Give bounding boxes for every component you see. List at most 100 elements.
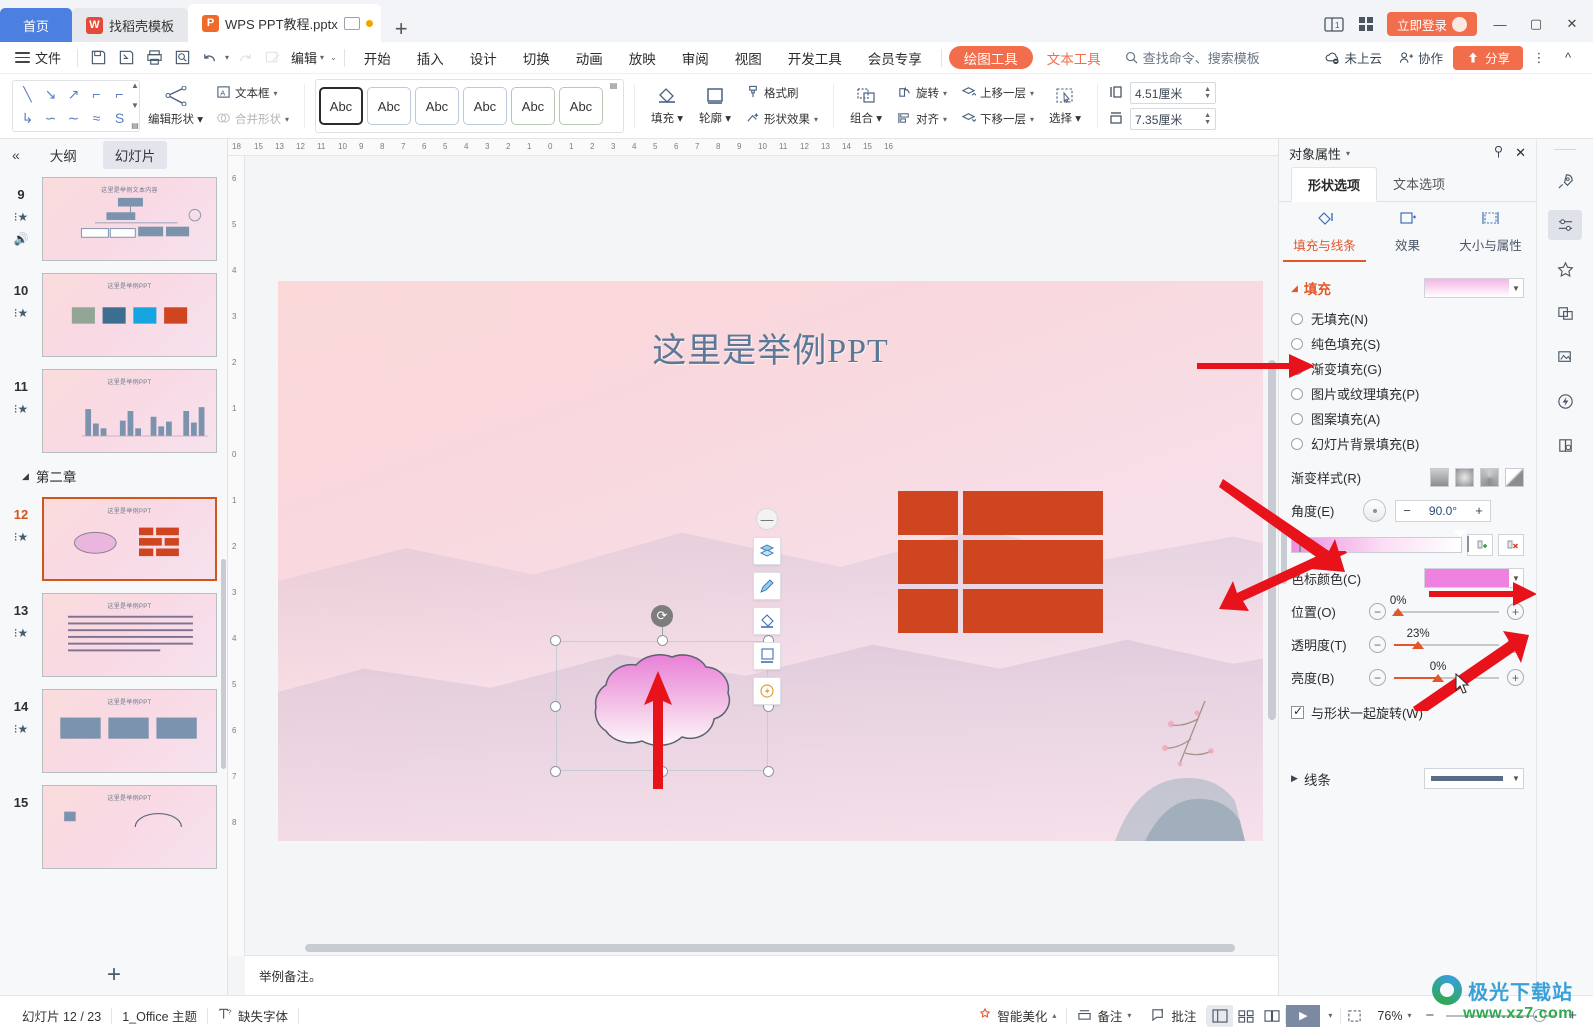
style-gallery-scroller[interactable]: ▤ bbox=[607, 82, 620, 130]
radio-pattern[interactable] bbox=[1291, 412, 1303, 425]
close-panel-icon[interactable]: ✕ bbox=[1515, 145, 1526, 161]
fill-option-pattern[interactable]: 图案填充(A) bbox=[1291, 406, 1524, 431]
print-preview-icon[interactable] bbox=[169, 45, 195, 71]
transparency-increase-button[interactable]: + bbox=[1507, 636, 1524, 653]
outline-button[interactable]: 轮廓 ▾ bbox=[693, 79, 737, 133]
notes-button[interactable]: 备注 ▾ bbox=[1067, 1006, 1141, 1025]
properties-sliders-icon[interactable] bbox=[1548, 210, 1582, 240]
tab-outline[interactable]: 大纲 bbox=[38, 141, 89, 169]
menu-tab-review[interactable]: 审阅 bbox=[670, 45, 721, 71]
context-tab-text-tools[interactable]: 文本工具 bbox=[1035, 45, 1113, 71]
position-slider-thumb[interactable] bbox=[1392, 607, 1405, 616]
thumbnail-slide-13[interactable]: 这里是举例PPT bbox=[42, 593, 217, 677]
resize-handle-s[interactable] bbox=[656, 766, 668, 777]
zoom-level[interactable]: 76% ▾ bbox=[1367, 1009, 1421, 1023]
save-icon[interactable] bbox=[85, 45, 111, 71]
apps-grid-icon[interactable] bbox=[1355, 14, 1377, 34]
zoom-slider[interactable] bbox=[1446, 1008, 1557, 1022]
fill-option-gradient[interactable]: 渐变填充(G) bbox=[1291, 356, 1524, 381]
scroll-up-icon[interactable]: ▲ bbox=[131, 82, 139, 90]
shape-elbow-connector-icon[interactable]: ⌐ bbox=[85, 82, 108, 106]
transparency-slider-track[interactable]: 23% bbox=[1394, 628, 1499, 649]
shape-elbow2-icon[interactable]: ↳ bbox=[16, 106, 39, 130]
section-header-chapter2[interactable]: ◢ 第二章 bbox=[0, 459, 227, 491]
shape-style-0[interactable]: Abc bbox=[318, 87, 363, 125]
radio-picture[interactable] bbox=[1291, 387, 1303, 400]
fill-option-slide-background[interactable]: 幻灯片背景填充(B) bbox=[1291, 431, 1524, 456]
maximize-button[interactable]: ▢ bbox=[1523, 13, 1549, 35]
menu-tab-start[interactable]: 开始 bbox=[352, 45, 403, 71]
gallery-expand-icon[interactable]: ▤ bbox=[131, 122, 139, 130]
textbox-button[interactable]: A 文本框 ▾ bbox=[211, 82, 294, 104]
ppt-icon-cell-1[interactable] bbox=[898, 491, 958, 535]
edit-mode-button[interactable]: 编辑 ▾ bbox=[287, 48, 328, 67]
edit-lock-icon[interactable] bbox=[259, 45, 285, 71]
radio-solid[interactable] bbox=[1291, 337, 1303, 350]
radio-none[interactable] bbox=[1291, 312, 1303, 325]
minimize-button[interactable]: — bbox=[1487, 13, 1513, 35]
list-item[interactable]: 9 ⁝★ 🔊 这里是举例文本内容 bbox=[0, 171, 227, 267]
menu-tab-design[interactable]: 设计 bbox=[458, 45, 509, 71]
ppt-icon-cell-6[interactable] bbox=[963, 589, 1103, 633]
shape-line-icon[interactable]: ╲ bbox=[16, 82, 39, 106]
shape-curve-icon[interactable]: ∽ bbox=[39, 106, 62, 130]
line-section-header[interactable]: ▶ 线条 ▼ bbox=[1291, 768, 1524, 789]
fill-option-picture[interactable]: 图片或纹理填充(P) bbox=[1291, 381, 1524, 406]
shape-freeform-icon[interactable]: S bbox=[108, 106, 131, 130]
resize-handle-sw[interactable] bbox=[550, 766, 561, 777]
ppt-icon-cell-3[interactable] bbox=[898, 540, 958, 584]
list-item[interactable]: 10 ⁝★ 这里是举例PPT bbox=[0, 267, 227, 363]
menu-tab-developer[interactable]: 开发工具 bbox=[776, 45, 854, 71]
animation-star-icon[interactable] bbox=[1548, 254, 1582, 284]
idea-icon[interactable] bbox=[753, 677, 781, 705]
smart-beautify-button[interactable]: 智能美化 ▴ bbox=[968, 1006, 1066, 1025]
fill-section-header[interactable]: ◢ 填充 ▼ bbox=[1291, 278, 1524, 298]
search-command-box[interactable]: 查找命令、搜索模板 bbox=[1125, 48, 1260, 67]
position-decrease-button[interactable]: − bbox=[1369, 603, 1386, 620]
rotate-with-shape-checkbox[interactable] bbox=[1291, 704, 1304, 719]
angle-stepper[interactable]: − 90.0° + bbox=[1395, 499, 1491, 522]
properties-scrollbar[interactable] bbox=[1281, 524, 1287, 584]
list-item[interactable]: 14 ⁝★ 这里是举例PPT bbox=[0, 683, 227, 779]
angle-decrease-button[interactable]: − bbox=[1396, 503, 1418, 518]
rotate-button[interactable]: 旋转 ▾ bbox=[892, 82, 952, 104]
gradient-style-rectangular[interactable] bbox=[1480, 468, 1499, 487]
shape-style-4[interactable]: Abc bbox=[510, 87, 555, 125]
image-library-icon[interactable] bbox=[1548, 342, 1582, 372]
resize-handle-n[interactable] bbox=[656, 635, 668, 646]
rotate-with-shape-row[interactable]: 与形状一起旋转(W) bbox=[1291, 703, 1524, 722]
fill-icon[interactable] bbox=[753, 607, 781, 635]
animation-star-icon[interactable]: ⁝★ bbox=[14, 306, 29, 320]
animation-star-icon[interactable]: ⁝★ bbox=[14, 210, 29, 224]
zoom-in-button[interactable]: + bbox=[1564, 1007, 1581, 1024]
gradient-stop-end[interactable] bbox=[1453, 530, 1469, 556]
canvas-vertical-scrollbar[interactable] bbox=[1268, 180, 1276, 980]
shape-style-2[interactable]: Abc bbox=[414, 87, 459, 125]
layout-icon[interactable] bbox=[753, 537, 781, 565]
comments-button[interactable]: 批注 bbox=[1141, 1006, 1206, 1025]
save-as-cloud-icon[interactable] bbox=[113, 45, 139, 71]
list-item[interactable]: 11 ⁝★ 这里是举例PPT bbox=[0, 363, 227, 459]
print-icon[interactable] bbox=[141, 45, 167, 71]
menu-tab-animation[interactable]: 动画 bbox=[564, 45, 615, 71]
selected-cloud-shape[interactable]: ⟳ bbox=[550, 605, 774, 777]
add-slide-button[interactable]: + bbox=[0, 963, 228, 987]
subtab-effects[interactable]: 效果 bbox=[1366, 210, 1449, 262]
transparency-decrease-button[interactable]: − bbox=[1369, 636, 1386, 653]
ppt-icon-cell-5[interactable] bbox=[898, 589, 958, 633]
brightness-slider-thumb[interactable] bbox=[1432, 673, 1445, 682]
more-options-icon[interactable]: ⋮ bbox=[1526, 47, 1552, 69]
group-button[interactable]: 组合 ▾ bbox=[844, 79, 888, 133]
menu-tab-member[interactable]: 会员专享 bbox=[856, 45, 934, 71]
width-spinner[interactable]: ▲ ▼ bbox=[1204, 112, 1211, 126]
shape-style-1[interactable]: Abc bbox=[366, 87, 411, 125]
position-slider-track[interactable]: 0% bbox=[1390, 595, 1499, 616]
merge-shapes-button[interactable]: 合并形状 ▾ bbox=[211, 108, 294, 130]
tab-home[interactable]: 首页 bbox=[0, 8, 72, 42]
height-spinner[interactable]: ▲ ▼ bbox=[1204, 86, 1211, 100]
section-collapse-icon[interactable]: ◢ bbox=[22, 471, 29, 482]
slide-counter[interactable]: 幻灯片 12 / 23 bbox=[12, 1006, 111, 1025]
animation-star-icon[interactable]: ⁝★ bbox=[14, 402, 29, 416]
monitor-icon[interactable] bbox=[343, 16, 360, 30]
gradient-style-linear[interactable] bbox=[1430, 468, 1449, 487]
